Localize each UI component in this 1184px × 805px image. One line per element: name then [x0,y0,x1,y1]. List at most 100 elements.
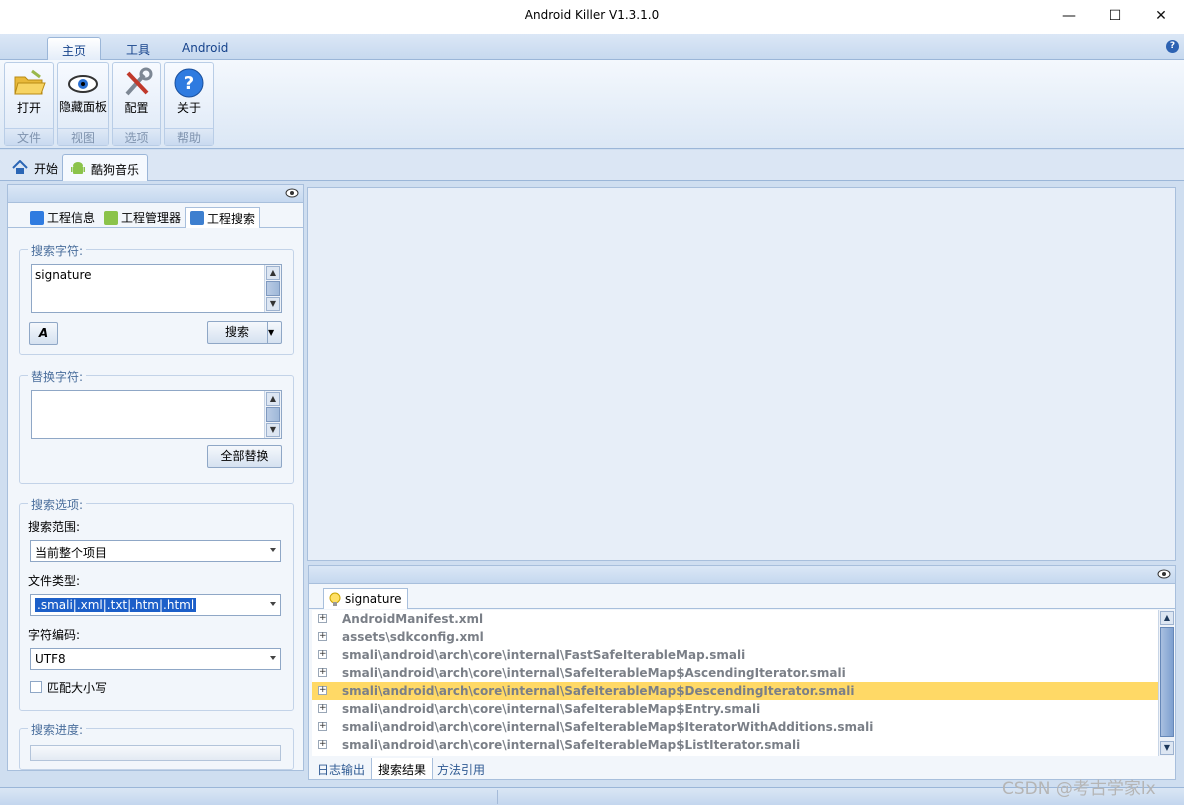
scroll-up-icon[interactable]: ▲ [1160,611,1174,625]
config-button[interactable]: 配置 [113,63,160,129]
ribbon-body: 打开 文件 隐藏面板 视图 配置 选项 ? 关于 帮助 [0,60,1184,149]
scroll-thumb[interactable] [266,407,280,422]
scope-select[interactable]: 当前整个项目 [30,540,281,562]
open-button-label: 打开 [16,101,41,115]
match-case-checkbox[interactable] [30,681,42,693]
eye-icon [68,75,98,93]
search-progress-bar [30,745,281,761]
scroll-down-icon[interactable]: ▼ [266,423,280,437]
tab-tools[interactable]: 工具 [112,37,164,60]
tree-row[interactable]: + smali\android\arch\core\internal\SafeIt… [312,700,1158,718]
tab-project-search-label: 工程搜索 [207,211,256,226]
search-string-legend: 搜索字符: [28,242,87,259]
tab-log-output[interactable]: 日志输出 [311,758,371,780]
minimize-button[interactable]: — [1046,0,1092,32]
tab-project-info[interactable]: 工程信息 [26,207,99,228]
document-tab-strip: 开始 酷狗音乐 [0,150,1184,181]
android-manager-icon [104,210,118,225]
about-button-label: 关于 [176,101,201,115]
filetype-label: 文件类型: [28,574,81,588]
expand-icon[interactable]: + [318,632,327,641]
results-eye-icon[interactable] [1157,569,1171,579]
search-dropdown-icon[interactable]: ▼ [267,322,281,343]
hide-panel-button[interactable]: 隐藏面板 [58,63,108,129]
tab-project-manager[interactable]: 工程管理器 [100,207,185,228]
tree-row-label: assets\sdkconfig.xml [342,630,484,644]
search-button[interactable]: 搜索 ▼ [207,321,282,344]
replace-string-input[interactable]: ▲ ▼ [31,390,282,439]
tab-project-manager-label: 工程管理器 [121,211,182,225]
tree-row-label: smali\android\arch\core\internal\SafeIte… [342,720,874,734]
encoding-select[interactable]: UTF8 [30,648,281,670]
search-string-value: signature [35,268,92,282]
tree-row-label: AndroidManifest.xml [342,612,484,626]
home-icon [12,160,28,174]
config-button-label: 配置 [124,101,149,115]
search-options-legend: 搜索选项: [28,496,87,513]
search-string-input[interactable]: signature ▲ ▼ [31,264,282,313]
results-scrollbar[interactable]: ▲ ▼ [1158,610,1174,756]
scroll-down-icon[interactable]: ▼ [266,297,280,311]
status-divider [497,790,498,804]
help-icon: ? [174,68,204,98]
window-title: Android Killer V1.3.1.0 [524,8,660,22]
expand-icon[interactable]: + [318,614,327,623]
tree-row[interactable]: + smali\android\arch\core\internal\SafeIt… [312,664,1158,682]
tab-project[interactable]: 酷狗音乐 [62,154,149,181]
info-icon [30,210,44,225]
replace-input-scrollbar[interactable]: ▲ ▼ [264,391,281,438]
tree-row[interactable]: + AndroidManifest.xml [312,610,1158,628]
scope-value: 当前整个项目 [35,546,108,560]
tree-row[interactable]: + smali\android\arch\core\internal\SafeIt… [312,736,1158,754]
scroll-up-icon[interactable]: ▲ [266,392,280,406]
panel-eye-icon[interactable] [285,188,299,198]
tree-row[interactable]: + assets\sdkconfig.xml [312,628,1158,646]
expand-icon[interactable]: + [318,650,327,659]
filetype-select[interactable]: .smali|.xml|.txt|.htm|.html [30,594,281,616]
svg-text:?: ? [184,73,194,94]
search-icon [190,211,204,225]
scroll-thumb[interactable] [1160,627,1174,737]
watermark: CSDN @考古学家lx [1002,779,1156,799]
replace-string-group: 替换字符: ▲ ▼ 全部替换 [19,368,294,484]
tree-row[interactable]: + smali\android\arch\core\internal\FastSa… [312,646,1158,664]
tab-android[interactable]: Android [168,37,242,60]
expand-icon[interactable]: + [318,668,327,677]
tree-row-label: smali\android\arch\core\internal\SafeIte… [342,738,801,752]
ribbon-help-icon[interactable]: ? [1166,40,1179,53]
tab-project-label: 酷狗音乐 [91,163,140,177]
about-button[interactable]: ? 关于 [165,63,213,129]
group-label-view: 视图 [58,128,108,145]
tree-row-label: smali\android\arch\core\internal\FastSaf… [342,648,746,662]
tab-start[interactable]: 开始 [4,154,66,181]
scroll-up-icon[interactable]: ▲ [266,266,280,280]
expand-icon[interactable]: + [318,722,327,731]
tab-method-references[interactable]: 方法引用 [431,758,491,780]
search-input-scrollbar[interactable]: ▲ ▼ [264,265,281,312]
tree-row[interactable]: + smali\android\arch\core\internal\SafeIt… [312,682,1158,700]
font-button[interactable]: A [29,322,58,345]
project-side-panel: 工程信息 工程管理器 工程搜索 搜索字符: signature ▲ ▼ A 搜索… [7,184,304,771]
close-button[interactable]: ✕ [1138,0,1184,32]
match-case-label: 匹配大小写 [47,681,108,695]
android-icon [71,162,85,174]
ribbon-group-options: 配置 选项 [112,62,161,146]
hide-panel-label: 隐藏面板 [58,100,107,114]
tab-search-results[interactable]: 搜索结果 [371,758,434,780]
scroll-down-icon[interactable]: ▼ [1160,741,1174,755]
expand-icon[interactable]: + [318,686,327,695]
tab-signature-results[interactable]: signature [323,588,408,609]
tab-home[interactable]: 主页 [47,37,102,60]
ribbon-group-view: 隐藏面板 视图 [57,62,109,146]
chevron-down-icon [270,602,276,606]
results-tab-strip: signature [309,584,1175,609]
ribbon-tab-strip: 主页 工具 Android [0,34,1184,60]
replace-all-button[interactable]: 全部替换 [207,445,282,468]
tab-project-search[interactable]: 工程搜索 [185,207,261,228]
maximize-button[interactable]: ☐ [1092,0,1138,32]
scroll-thumb[interactable] [266,281,280,296]
expand-icon[interactable]: + [318,704,327,713]
expand-icon[interactable]: + [318,740,327,749]
open-button[interactable]: 打开 [5,63,53,129]
tree-row[interactable]: + smali\android\arch\core\internal\SafeIt… [312,718,1158,736]
